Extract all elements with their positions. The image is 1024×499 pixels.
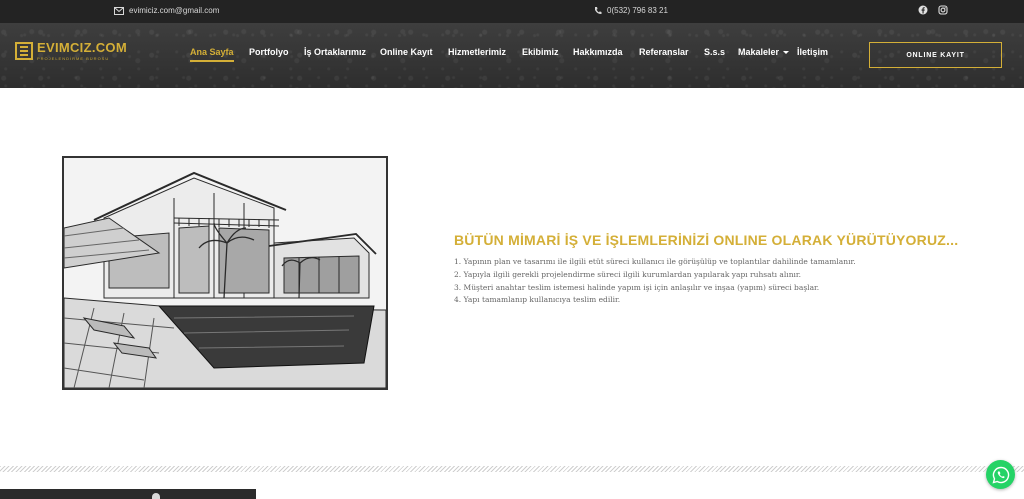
nav-contact[interactable]: İletişim (797, 47, 828, 57)
top-bar: evimiciz.com@gmail.com 0(532) 796 83 21 (0, 0, 1024, 23)
email-text: evimiciz.com@gmail.com (129, 6, 220, 15)
logo-tagline: PROJELENDİRME BÜROSU (37, 56, 110, 61)
logo-mark-icon (15, 42, 33, 60)
process-steps-list: 1. Yapının plan ve tasarımı ile ilgili e… (454, 256, 856, 307)
phone-text: 0(532) 796 83 21 (607, 6, 668, 15)
nav-online-registration[interactable]: Online Kayıt (380, 47, 433, 57)
chevron-down-icon (783, 51, 790, 55)
topbar-phone[interactable]: 0(532) 796 83 21 (594, 6, 668, 15)
architecture-sketch-image (62, 156, 388, 390)
logo-text: EVIMCIZ.COM (37, 40, 127, 55)
topbar-email[interactable]: evimiciz.com@gmail.com (114, 6, 219, 15)
list-item: 1. Yapının plan ve tasarımı ile ilgili e… (454, 257, 856, 266)
nav-articles[interactable]: Makaleler (738, 47, 790, 57)
nav-faq[interactable]: S.s.s (704, 47, 725, 57)
social-links (918, 5, 948, 15)
online-registration-button[interactable]: ONLINE KAYIT (869, 42, 1002, 68)
nav-references[interactable]: Referanslar (639, 47, 689, 57)
facebook-icon[interactable] (918, 5, 928, 15)
instagram-icon[interactable] (938, 5, 948, 15)
main-header: EVIMCIZ.COM PROJELENDİRME BÜROSU Ana Say… (0, 23, 1024, 88)
list-item: 4. Yapı tamamlanıp kullanıcıya teslim ed… (454, 295, 621, 305)
envelope-icon (114, 6, 124, 15)
footer-preview-strip (0, 489, 256, 499)
section-headline: BÜTÜN MİMARİ İŞ VE İŞLEMLERİNİZİ ONLINE … (454, 232, 959, 248)
nav-portfolio[interactable]: Portfolyo (249, 47, 289, 57)
nav-partners[interactable]: İş Ortaklarımız (304, 47, 366, 57)
site-logo[interactable]: EVIMCIZ.COM PROJELENDİRME BÜROSU (15, 41, 127, 61)
nav-home[interactable]: Ana Sayfa (190, 47, 234, 62)
section-divider (0, 466, 1024, 472)
list-item: 2. Yapıyla ilgili gerekli projelendirme … (454, 269, 802, 279)
whatsapp-icon (992, 466, 1009, 483)
whatsapp-chat-button[interactable] (986, 460, 1015, 489)
circle-icon (152, 493, 160, 499)
nav-about[interactable]: Hakkımızda (573, 47, 623, 57)
nav-team[interactable]: Ekibimiz (522, 47, 559, 57)
nav-articles-label: Makaleler (738, 47, 780, 57)
phone-icon (594, 6, 602, 15)
list-item: 3. Müşteri anahtar teslim istemesi halin… (454, 282, 820, 292)
nav-services[interactable]: Hizmetlerimiz (448, 47, 506, 57)
